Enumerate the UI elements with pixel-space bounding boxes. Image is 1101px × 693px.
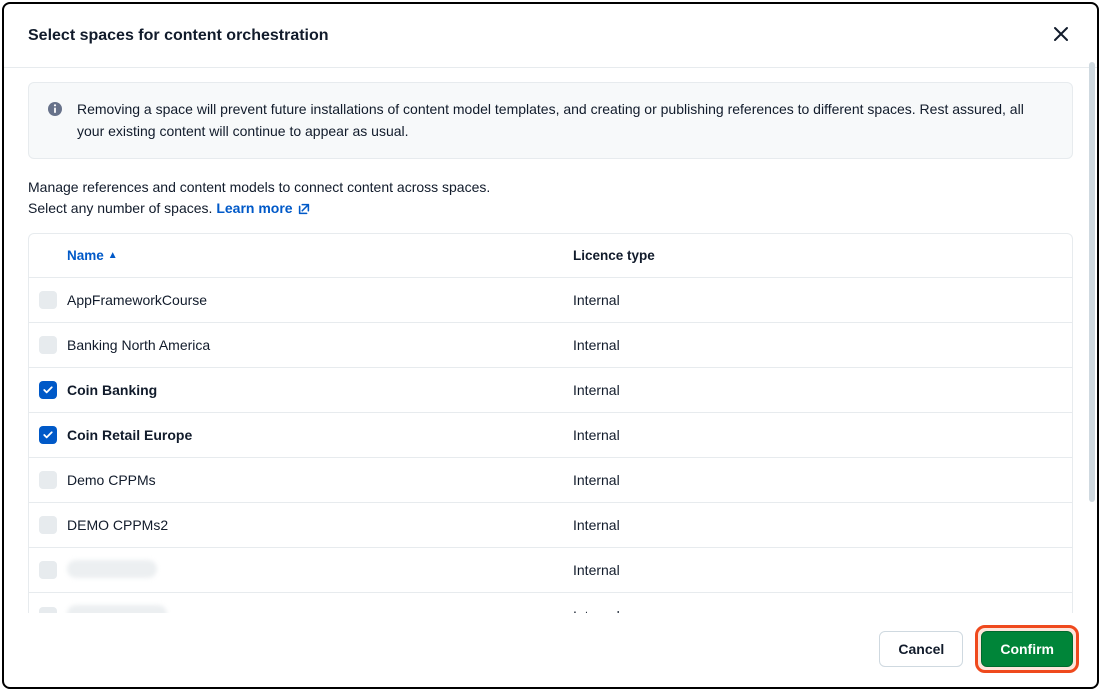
- cell-checkbox: [29, 336, 67, 354]
- row-checkbox[interactable]: [39, 561, 57, 579]
- table-row: Coin Retail EuropeInternal: [29, 413, 1072, 458]
- modal-header: Select spaces for content orchestration: [4, 4, 1097, 68]
- intro-line2: Select any number of spaces.: [28, 200, 212, 216]
- close-button[interactable]: [1049, 22, 1073, 49]
- cell-name: Banking North America: [67, 337, 573, 353]
- row-checkbox[interactable]: [39, 471, 57, 489]
- table-row: Coin BankingInternal: [29, 368, 1072, 413]
- cell-checkbox: [29, 426, 67, 444]
- external-link-icon: [297, 202, 311, 216]
- row-checkbox[interactable]: [39, 291, 57, 309]
- confirm-highlight: Confirm: [975, 625, 1079, 673]
- table-row: Banking North AmericaInternal: [29, 323, 1072, 368]
- scrollbar[interactable]: [1089, 62, 1095, 502]
- cell-name: [67, 605, 573, 613]
- spaces-table: Name ▲ Licence type AppFrameworkCourseIn…: [28, 233, 1073, 613]
- cell-name: Demo CPPMs: [67, 472, 573, 488]
- cell-checkbox: [29, 471, 67, 489]
- sort-asc-icon: ▲: [108, 250, 118, 261]
- table-row: Internal: [29, 593, 1072, 613]
- row-checkbox[interactable]: [39, 516, 57, 534]
- cell-licence: Internal: [573, 427, 1072, 443]
- row-checkbox[interactable]: [39, 336, 57, 354]
- table-row: DEMO CPPMs2Internal: [29, 503, 1072, 548]
- intro-line1: Manage references and content models to …: [28, 179, 490, 195]
- redacted-name: [67, 560, 157, 578]
- redacted-name: [67, 605, 167, 613]
- cell-licence: Internal: [573, 562, 1072, 578]
- cell-licence: Internal: [573, 337, 1072, 353]
- cell-licence: Internal: [573, 292, 1072, 308]
- col-licence-header: Licence type: [573, 234, 1072, 277]
- row-checkbox[interactable]: [39, 381, 57, 399]
- info-banner-text: Removing a space will prevent future ins…: [77, 99, 1054, 142]
- col-name-header[interactable]: Name ▲: [67, 234, 573, 277]
- close-icon: [1053, 26, 1069, 42]
- cell-checkbox: [29, 516, 67, 534]
- cell-checkbox: [29, 381, 67, 399]
- cell-licence: Internal: [573, 472, 1072, 488]
- cell-name: Coin Retail Europe: [67, 427, 573, 443]
- col-checkbox: [29, 234, 67, 277]
- row-checkbox[interactable]: [39, 426, 57, 444]
- cell-name: AppFrameworkCourse: [67, 292, 573, 308]
- cell-licence: Internal: [573, 517, 1072, 533]
- cell-name: DEMO CPPMs2: [67, 517, 573, 533]
- cell-licence: Internal: [573, 382, 1072, 398]
- intro-text: Manage references and content models to …: [28, 177, 1073, 219]
- info-banner: Removing a space will prevent future ins…: [28, 82, 1073, 159]
- cancel-button[interactable]: Cancel: [879, 631, 963, 667]
- confirm-button[interactable]: Confirm: [981, 631, 1073, 667]
- cell-name: Coin Banking: [67, 382, 573, 398]
- info-icon: [47, 101, 63, 117]
- learn-more-link[interactable]: Learn more: [216, 198, 310, 219]
- cell-checkbox: [29, 561, 67, 579]
- modal-body: Removing a space will prevent future ins…: [4, 68, 1097, 613]
- table-row: Demo CPPMsInternal: [29, 458, 1072, 503]
- cell-checkbox: [29, 291, 67, 309]
- modal-select-spaces: Select spaces for content orchestration …: [2, 2, 1099, 689]
- modal-footer: Cancel Confirm: [4, 613, 1097, 687]
- table-row: AppFrameworkCourseInternal: [29, 278, 1072, 323]
- cell-name: [67, 560, 573, 581]
- modal-title: Select spaces for content orchestration: [28, 27, 329, 45]
- table-body: AppFrameworkCourseInternalBanking North …: [29, 278, 1072, 613]
- table-row: Internal: [29, 548, 1072, 593]
- table-header: Name ▲ Licence type: [29, 234, 1072, 278]
